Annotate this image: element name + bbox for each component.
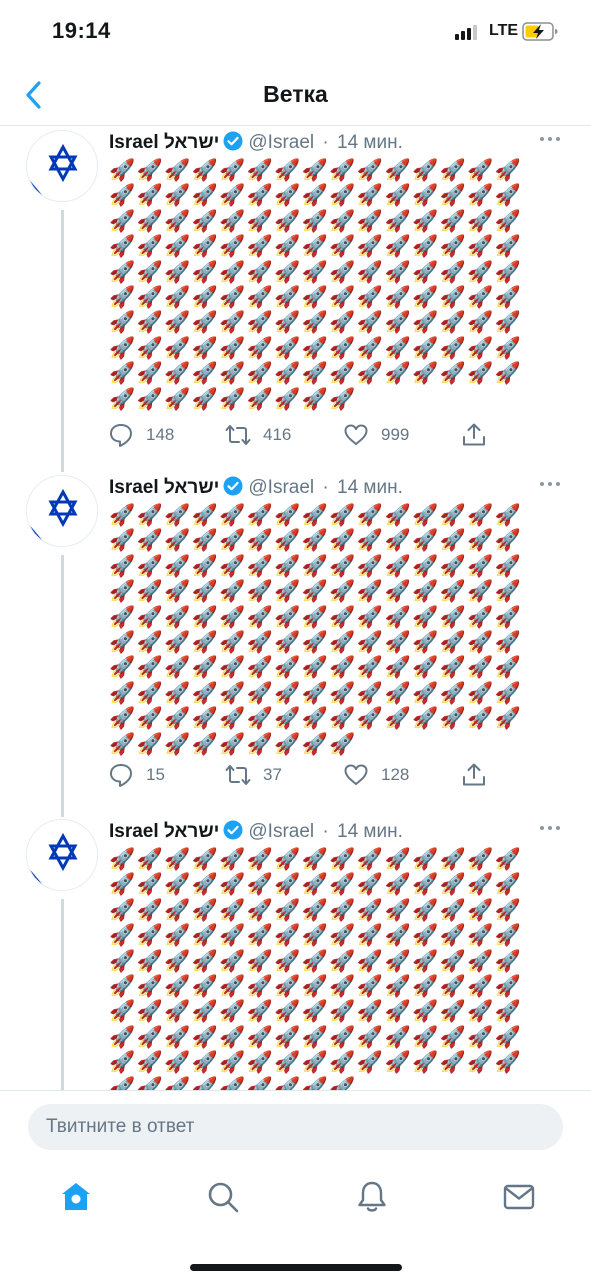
tweet-header: Israel ישראל @Israel · 14 мин.: [109, 819, 403, 845]
separator-dot: ·: [317, 477, 335, 498]
verified-badge-icon: [223, 131, 243, 151]
more-options-icon[interactable]: [538, 819, 562, 837]
tweet-actions: 148 416 999: [108, 421, 488, 449]
bell-icon[interactable]: [355, 1180, 389, 1214]
retweet-count: 37: [263, 765, 282, 784]
like-button[interactable]: 128: [343, 761, 409, 789]
tweet-timestamp: 14 мин.: [337, 477, 403, 498]
verified-badge-icon: [223, 476, 243, 496]
tweet-thread[interactable]: Israel ישראל @Israel · 14 мин. 🚀🚀🚀🚀🚀🚀🚀🚀🚀🚀…: [0, 126, 591, 1090]
retweet-count: 416: [263, 425, 292, 444]
home-indicator[interactable]: [190, 1264, 402, 1271]
avatar[interactable]: [26, 475, 98, 547]
share-button[interactable]: [461, 761, 487, 789]
status-bar: 19:14 LTE: [0, 0, 591, 64]
separator-dot: ·: [317, 821, 335, 842]
retweet-icon: [225, 765, 251, 785]
tweet-timestamp: 14 мин.: [337, 132, 403, 153]
tweet-timestamp: 14 мин.: [337, 821, 403, 842]
share-icon: [463, 763, 485, 786]
page-title: Ветка: [263, 81, 328, 107]
tweet-header: Israel ישראל @Israel · 14 мин.: [109, 130, 403, 156]
more-options-icon[interactable]: [538, 130, 562, 148]
thread-connector: [61, 210, 64, 472]
israel-flag-icon: [27, 820, 97, 890]
author-name[interactable]: Israel ישראל: [109, 132, 219, 153]
tweet-text: 🚀🚀🚀🚀🚀🚀🚀🚀🚀🚀🚀🚀🚀🚀🚀🚀🚀🚀🚀🚀🚀🚀🚀🚀🚀🚀🚀🚀🚀🚀🚀🚀🚀🚀🚀🚀🚀🚀🚀🚀…: [109, 848, 523, 1090]
like-count: 128: [381, 765, 410, 784]
battery-charging-icon: [522, 22, 558, 41]
author-name[interactable]: Israel ישראל: [109, 821, 219, 842]
israel-flag-icon: [27, 131, 97, 201]
author-handle[interactable]: @Israel: [248, 477, 314, 498]
reply-count: 148: [146, 425, 175, 444]
retweet-icon: [225, 425, 251, 445]
reply-button[interactable]: 148: [108, 421, 174, 449]
network-type: LTE: [489, 22, 519, 39]
home-icon[interactable]: [59, 1180, 93, 1214]
verified-badge-icon: [223, 820, 243, 840]
signal-strength-icon: [455, 24, 481, 40]
israel-flag-icon: [27, 476, 97, 546]
share-icon: [463, 423, 485, 446]
like-count: 999: [381, 425, 410, 444]
author-handle[interactable]: @Israel: [248, 132, 314, 153]
tweet-text: 🚀🚀🚀🚀🚀🚀🚀🚀🚀🚀🚀🚀🚀🚀🚀🚀🚀🚀🚀🚀🚀🚀🚀🚀🚀🚀🚀🚀🚀🚀🚀🚀🚀🚀🚀🚀🚀🚀🚀🚀…: [109, 504, 523, 756]
tweet-header: Israel ישראל @Israel · 14 мин.: [109, 475, 403, 501]
reply-icon: [110, 424, 132, 447]
heart-icon: [344, 424, 368, 445]
reply-composer: [0, 1090, 591, 1168]
more-options-icon[interactable]: [538, 475, 562, 493]
share-button[interactable]: [461, 421, 487, 449]
thread-connector: [61, 555, 64, 817]
retweet-button[interactable]: 416: [225, 421, 291, 449]
avatar[interactable]: [26, 130, 98, 202]
reply-count: 15: [146, 765, 165, 784]
tweet-text: 🚀🚀🚀🚀🚀🚀🚀🚀🚀🚀🚀🚀🚀🚀🚀🚀🚀🚀🚀🚀🚀🚀🚀🚀🚀🚀🚀🚀🚀🚀🚀🚀🚀🚀🚀🚀🚀🚀🚀🚀…: [109, 159, 523, 411]
tweet[interactable]: Israel ישראל @Israel · 14 мин. 🚀🚀🚀🚀🚀🚀🚀🚀🚀🚀…: [0, 819, 591, 1090]
search-icon[interactable]: [206, 1180, 240, 1214]
author-name[interactable]: Israel ישראל: [109, 477, 219, 498]
reply-input[interactable]: [28, 1104, 563, 1150]
reply-button[interactable]: 15: [108, 761, 165, 789]
retweet-button[interactable]: 37: [225, 761, 282, 789]
tweet-actions: 15 37 128: [108, 761, 488, 789]
tweet[interactable]: Israel ישראל @Israel · 14 мин. 🚀🚀🚀🚀🚀🚀🚀🚀🚀🚀…: [0, 475, 591, 817]
author-handle[interactable]: @Israel: [248, 821, 314, 842]
avatar[interactable]: [26, 819, 98, 891]
like-button[interactable]: 999: [343, 421, 409, 449]
tweet[interactable]: Israel ישראל @Israel · 14 мин. 🚀🚀🚀🚀🚀🚀🚀🚀🚀🚀…: [0, 130, 591, 472]
reply-icon: [110, 764, 132, 787]
status-time: 19:14: [52, 18, 111, 43]
heart-icon: [344, 764, 368, 785]
navigation-bar: Ветка: [0, 64, 591, 126]
separator-dot: ·: [317, 132, 335, 153]
thread-connector: [61, 899, 64, 1090]
envelope-icon[interactable]: [502, 1180, 536, 1214]
